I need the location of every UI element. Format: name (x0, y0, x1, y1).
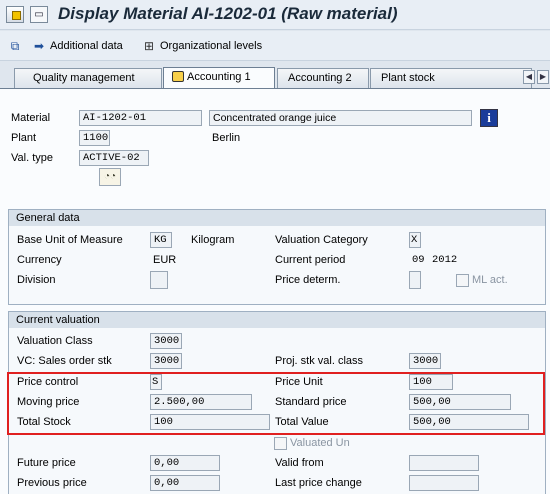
valuation-category-field[interactable]: X (409, 232, 421, 248)
ml-act-checkbox[interactable] (456, 274, 469, 287)
vc-sales-order-field[interactable]: 3000 (150, 353, 182, 369)
tab-label: Accounting 1 (187, 71, 251, 83)
highlight-box (7, 372, 545, 435)
previous-price-field[interactable]: 0,00 (150, 475, 220, 491)
tab-plant-stock[interactable]: Plant stock (370, 68, 532, 88)
currency-value: EUR (153, 254, 177, 266)
page-menu-icon[interactable]: ▭ (30, 6, 48, 23)
current-valuation-title: Current valuation (9, 312, 545, 328)
ml-act-label: ML act. (472, 274, 508, 286)
price-determ-field[interactable] (409, 271, 421, 289)
info-icon[interactable]: i (480, 109, 498, 127)
future-price-label: Future price (17, 457, 76, 469)
plant-name: Berlin (212, 132, 241, 144)
title-bar: ▭ Display Material AI-1202-01 (Raw mater… (0, 0, 550, 30)
base-uom-label: Base Unit of Measure (17, 234, 123, 246)
currency-label: Currency (17, 254, 62, 266)
material-description-field[interactable]: Concentrated orange juice (209, 110, 472, 126)
additional-data-button[interactable]: ➡ Additional data (32, 37, 123, 55)
window-title: Display Material AI-1202-01 (Raw materia… (58, 4, 398, 23)
valuated-un-label: Valuated Un (290, 437, 350, 449)
valuation-class-field[interactable]: 3000 (150, 333, 182, 349)
sap-window-icon[interactable] (6, 6, 24, 23)
future-price-field[interactable]: 0,00 (150, 455, 220, 471)
val-type-label: Val. type (11, 152, 53, 164)
base-uom-text: Kilogram (191, 234, 235, 246)
plant-label: Plant (11, 132, 37, 144)
current-period-year: 2012 (432, 254, 458, 266)
price-determ-label: Price determ. (275, 274, 341, 286)
tab-accounting-2[interactable]: Accounting 2 (277, 68, 369, 88)
valuation-class-label: Valuation Class (17, 335, 93, 347)
valid-from-label: Valid from (275, 457, 324, 469)
selected-tab-icon (172, 71, 184, 82)
org-levels-button[interactable]: ⊞ Organizational levels (142, 37, 262, 55)
current-period-label: Current period (275, 254, 346, 266)
arrow-right-icon: ➡ (33, 39, 45, 53)
proj-stk-field[interactable]: 3000 (409, 353, 441, 369)
division-label: Division (17, 274, 56, 286)
tab-quality-management[interactable]: Quality management (14, 68, 162, 88)
tab-label: Quality management (33, 72, 135, 84)
copy-screen-icon: ⧉ (10, 38, 20, 53)
tab-label: Plant stock (381, 72, 435, 84)
tab-accounting-1[interactable]: Accounting 1 (163, 67, 275, 88)
vc-sales-order-label: VC: Sales order stk (17, 355, 112, 367)
copy-screen-button[interactable]: ⧉ (8, 37, 22, 55)
general-data-title: General data (9, 210, 545, 226)
current-period-month: 09 (412, 254, 425, 266)
tab-scroll-left-button[interactable]: ◀ (523, 70, 535, 84)
tab-label: Accounting 2 (288, 72, 352, 84)
val-type-field[interactable]: ACTIVE-02 (79, 150, 149, 166)
valuation-category-label: Valuation Category (275, 234, 368, 246)
previous-price-label: Previous price (17, 477, 87, 489)
valuated-un-checkbox[interactable] (274, 437, 287, 450)
last-price-change-field[interactable] (409, 475, 479, 491)
material-field[interactable]: AI-1202-01 (79, 110, 202, 126)
plant-field[interactable]: 1100 (79, 130, 110, 146)
base-uom-field[interactable]: KG (150, 232, 172, 248)
last-price-change-label: Last price change (275, 477, 362, 489)
valid-from-field[interactable] (409, 455, 479, 471)
material-label: Material (11, 112, 51, 124)
tab-strip: Quality management Accounting 1 Accounti… (0, 62, 550, 88)
glasses-icon[interactable]: ◔◔ (99, 168, 121, 186)
org-levels-label: Organizational levels (160, 40, 263, 52)
tab-scroll-right-button[interactable]: ▶ (537, 70, 549, 84)
proj-stk-label: Proj. stk val. class (275, 355, 364, 367)
application-toolbar: ⧉ ➡ Additional data ⊞ Organizational lev… (0, 31, 550, 61)
additional-data-label: Additional data (50, 40, 123, 52)
division-field[interactable] (150, 271, 168, 289)
org-tree-icon: ⊞ (143, 39, 155, 53)
